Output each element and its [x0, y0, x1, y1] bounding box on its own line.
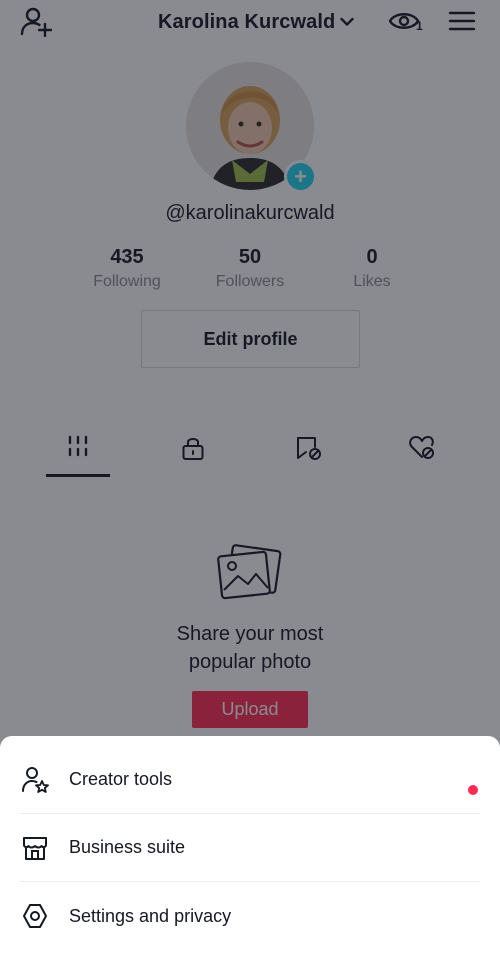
creator-tools-label: Creator tools [69, 769, 173, 789]
notification-dot [468, 785, 478, 795]
gear-icon [20, 901, 50, 931]
bottom-sheet: Creator tools Business suite Settings an… [0, 736, 500, 955]
sheet-item-creator-tools[interactable]: Creator tools [20, 746, 480, 814]
sheet-item-settings-privacy[interactable]: Settings and privacy [20, 882, 480, 950]
sheet-item-business-suite[interactable]: Business suite [20, 814, 480, 882]
creator-tools-icon [20, 765, 50, 795]
store-icon [20, 833, 50, 863]
profile-page: Karolina Kurcwald 1 [0, 0, 500, 955]
settings-privacy-label: Settings and privacy [69, 905, 232, 926]
business-suite-label: Business suite [69, 837, 186, 857]
